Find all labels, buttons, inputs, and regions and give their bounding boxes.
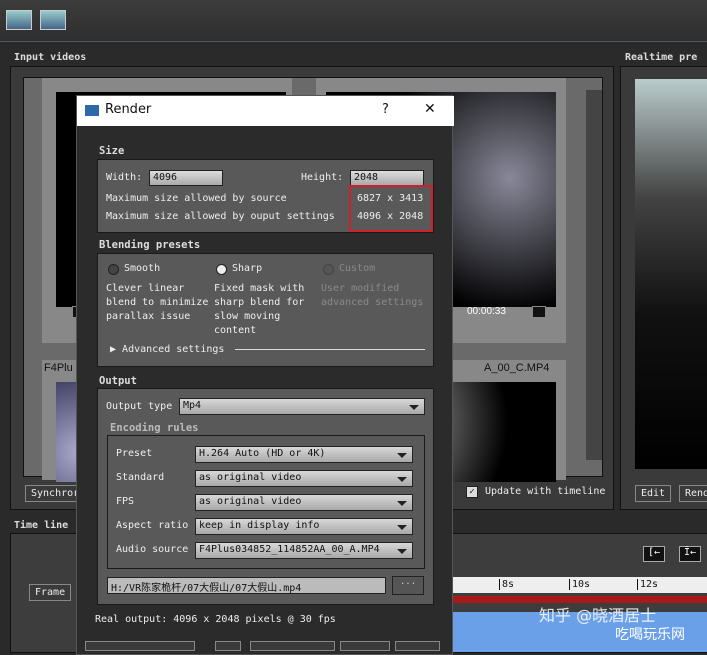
smooth-radio[interactable] — [108, 264, 119, 275]
time-ruler[interactable]: 8s 10s 12s — [451, 577, 707, 593]
output-group-label: Output — [99, 375, 137, 387]
update-with-timeline-checkbox[interactable]: ✓ — [466, 486, 478, 498]
render-dialog: Render ? ✕ Size Width: 4096 Height: 2048… — [76, 95, 454, 655]
watermark: 知乎 @晓酒居士 — [539, 606, 657, 625]
encoding-rule-select[interactable]: as original video — [195, 494, 413, 511]
encoding-rule-select[interactable]: keep in display info — [195, 518, 413, 535]
edit-button[interactable]: Edit — [635, 485, 672, 502]
encoding-rule-select[interactable]: as original video — [195, 470, 413, 487]
encoding-rule-select[interactable]: H.264 Auto (HD or 4K) — [195, 446, 413, 463]
app-logo-icon — [85, 105, 99, 116]
output-group: Output type Mp4 Encoding rules Preset H.… — [97, 388, 434, 605]
dialog-button[interactable] — [395, 641, 440, 651]
time-display: 00:00:33 — [467, 306, 506, 317]
go-to-start-icon[interactable]: [← — [643, 546, 665, 562]
realtime-preview-label: Realtime pre — [625, 52, 698, 63]
help-button[interactable]: ? — [382, 102, 389, 117]
timeline-label: Time line — [14, 520, 69, 531]
video-filename: A_00_C.MP4 — [484, 362, 550, 374]
highlight-box — [349, 185, 433, 232]
frame-button[interactable]: Frame — [29, 584, 72, 601]
video-search-icon[interactable] — [6, 10, 32, 30]
encoding-rule-label: Preset — [116, 448, 153, 459]
chevron-down-icon — [397, 549, 407, 554]
encoding-rule-label: Aspect ratio — [116, 520, 189, 531]
encoding-rules-group: Preset H.264 Auto (HD or 4K) Standard as … — [107, 435, 425, 569]
toolbar — [0, 0, 707, 42]
preview-image — [635, 79, 707, 469]
fullscreen-icon[interactable] — [532, 306, 546, 318]
blending-group-label: Blending presets — [99, 239, 201, 251]
video-filename: F4Plu — [44, 362, 73, 374]
dialog-button[interactable] — [250, 641, 335, 651]
width-input[interactable]: 4096 — [149, 170, 223, 186]
divider — [235, 349, 425, 350]
blending-group: Smooth Clever linear blend to minimize p… — [97, 253, 434, 367]
expand-arrow-icon: ▶ — [110, 344, 123, 355]
chevron-down-icon — [397, 501, 407, 506]
video-export-icon[interactable] — [40, 10, 66, 30]
encoding-rule-label: Audio source — [116, 544, 189, 555]
realtime-preview-panel: Edit Rend — [620, 66, 707, 510]
size-group-label: Size — [99, 145, 125, 157]
dialog-title: Render — [105, 102, 152, 117]
watermark-logo: 吃喝玩乐网 — [615, 627, 685, 643]
go-to-marker-icon[interactable]: Ī← — [679, 546, 701, 562]
close-button[interactable]: ✕ — [424, 101, 436, 117]
encoding-rule-label: Standard — [116, 472, 165, 483]
size-group: Width: 4096 Height: 2048 Maximum size al… — [97, 159, 434, 233]
output-type-select[interactable]: Mp4 — [179, 398, 425, 415]
chevron-down-icon — [397, 477, 407, 482]
dialog-button[interactable] — [340, 641, 390, 651]
browse-button[interactable]: ... — [392, 576, 424, 595]
dialog-button[interactable] — [85, 641, 195, 651]
custom-radio[interactable] — [323, 264, 334, 275]
scrollbar[interactable] — [586, 90, 602, 460]
encoding-rule-label: FPS — [116, 496, 135, 507]
sharp-radio[interactable] — [216, 264, 227, 275]
render-button[interactable]: Rend — [679, 485, 707, 502]
chevron-down-icon — [409, 405, 419, 410]
height-input[interactable]: 2048 — [350, 170, 424, 186]
dialog-buttons — [85, 641, 445, 651]
chevron-down-icon — [397, 453, 407, 458]
dialog-titlebar: Render ? ✕ — [77, 96, 454, 126]
encoding-rule-select[interactable]: F4Plus034852_114852AA_00_A.MP4 — [195, 542, 413, 559]
dialog-button[interactable] — [215, 641, 241, 651]
chevron-down-icon — [397, 525, 407, 530]
update-with-timeline-label: Update with timeline — [485, 486, 606, 497]
input-videos-label: Input videos — [14, 52, 87, 63]
advanced-settings-toggle[interactable]: ▶ Advanced settings — [110, 344, 224, 355]
output-path-input[interactable]: H:/VR陈家桅杆/07大假山/07大假山.mp4 — [107, 577, 386, 594]
real-output-text: Real output: 4096 x 2048 pixels @ 30 fps — [95, 614, 336, 625]
